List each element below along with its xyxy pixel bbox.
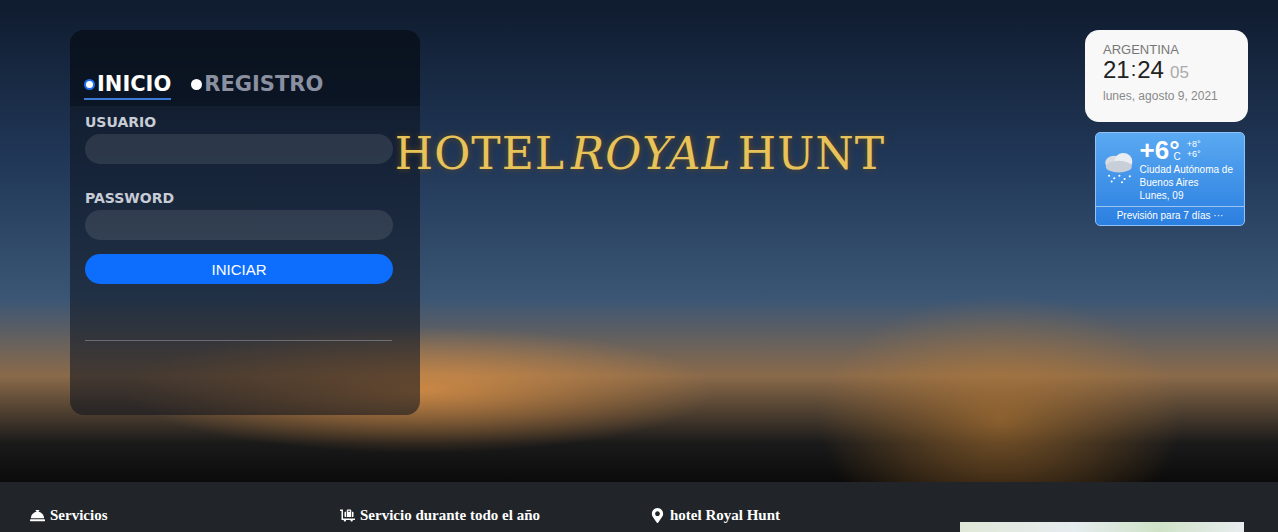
tab-bar: INICIO REGISTRO bbox=[70, 30, 420, 106]
field-input[interactable] bbox=[85, 134, 393, 164]
logo-word: ROYAL bbox=[571, 128, 732, 179]
tab-dot bbox=[191, 79, 202, 90]
logo-word: HOTEL bbox=[395, 128, 565, 179]
weather-day: Lunes, 09 bbox=[1140, 189, 1240, 202]
field-label: USUARIO bbox=[85, 114, 392, 130]
temperature-unit: C bbox=[1174, 151, 1181, 162]
clock-widget: ARGENTINA21:2405 lunes, agosto 9, 2021 bbox=[1085, 30, 1248, 122]
temperature-range: +8°+6° bbox=[1187, 139, 1201, 160]
page: INICIO REGISTRO USUARIO PASSWORD INICIAR HOTE… bbox=[0, 0, 1278, 532]
tab-label: REGISTRO bbox=[204, 72, 323, 96]
footer-item: Servicios bbox=[30, 507, 340, 524]
cart-icon bbox=[340, 508, 355, 523]
footer-item: Servicio durante todo el año bbox=[340, 507, 650, 524]
login-form: USUARIO PASSWORD INICIAR bbox=[70, 106, 420, 284]
bell-icon bbox=[30, 508, 45, 523]
field-label: PASSWORD bbox=[85, 190, 392, 206]
forecast-link[interactable]: Previsión para 7 días ··· bbox=[1096, 206, 1244, 225]
logo: HOTELROYALHUNT bbox=[387, 128, 893, 179]
widgets: ARGENTINA21:2405 lunes, agosto 9, 2021 +6°… bbox=[1085, 30, 1248, 226]
tab-label: INICIO bbox=[97, 72, 171, 96]
footer: ServiciosServicio durante todo el añohot… bbox=[0, 482, 1278, 532]
weather-city: Ciudad Autónoma de Buenos Aires bbox=[1140, 163, 1240, 189]
tab[interactable]: REGISTRO bbox=[191, 72, 323, 100]
tab[interactable]: INICIO bbox=[84, 72, 171, 100]
tab-dot bbox=[84, 79, 95, 90]
clock-date: lunes, agosto 9, 2021 bbox=[1103, 89, 1238, 103]
logo-word: HUNT bbox=[738, 128, 885, 179]
hero: INICIO REGISTRO USUARIO PASSWORD INICIAR HOTE… bbox=[0, 0, 1278, 482]
footer-item: hotel Royal Hunt bbox=[650, 507, 960, 524]
map-thumbnail[interactable] bbox=[960, 522, 1244, 532]
temperature: +6° bbox=[1140, 137, 1180, 163]
snow-cloud-icon bbox=[1100, 137, 1138, 195]
pin-icon bbox=[650, 508, 665, 523]
clock-country: ARGENTINA bbox=[1103, 42, 1238, 57]
weather-widget[interactable]: +6°C +8°+6° Ciudad Autónoma de Buenos Aire… bbox=[1095, 132, 1245, 226]
clock-time: 21:2405 bbox=[1103, 57, 1238, 83]
login-panel: INICIO REGISTRO USUARIO PASSWORD INICIAR bbox=[70, 30, 420, 415]
divider bbox=[85, 340, 392, 341]
login-button[interactable]: INICIAR bbox=[85, 254, 393, 284]
field-input[interactable] bbox=[85, 210, 393, 240]
